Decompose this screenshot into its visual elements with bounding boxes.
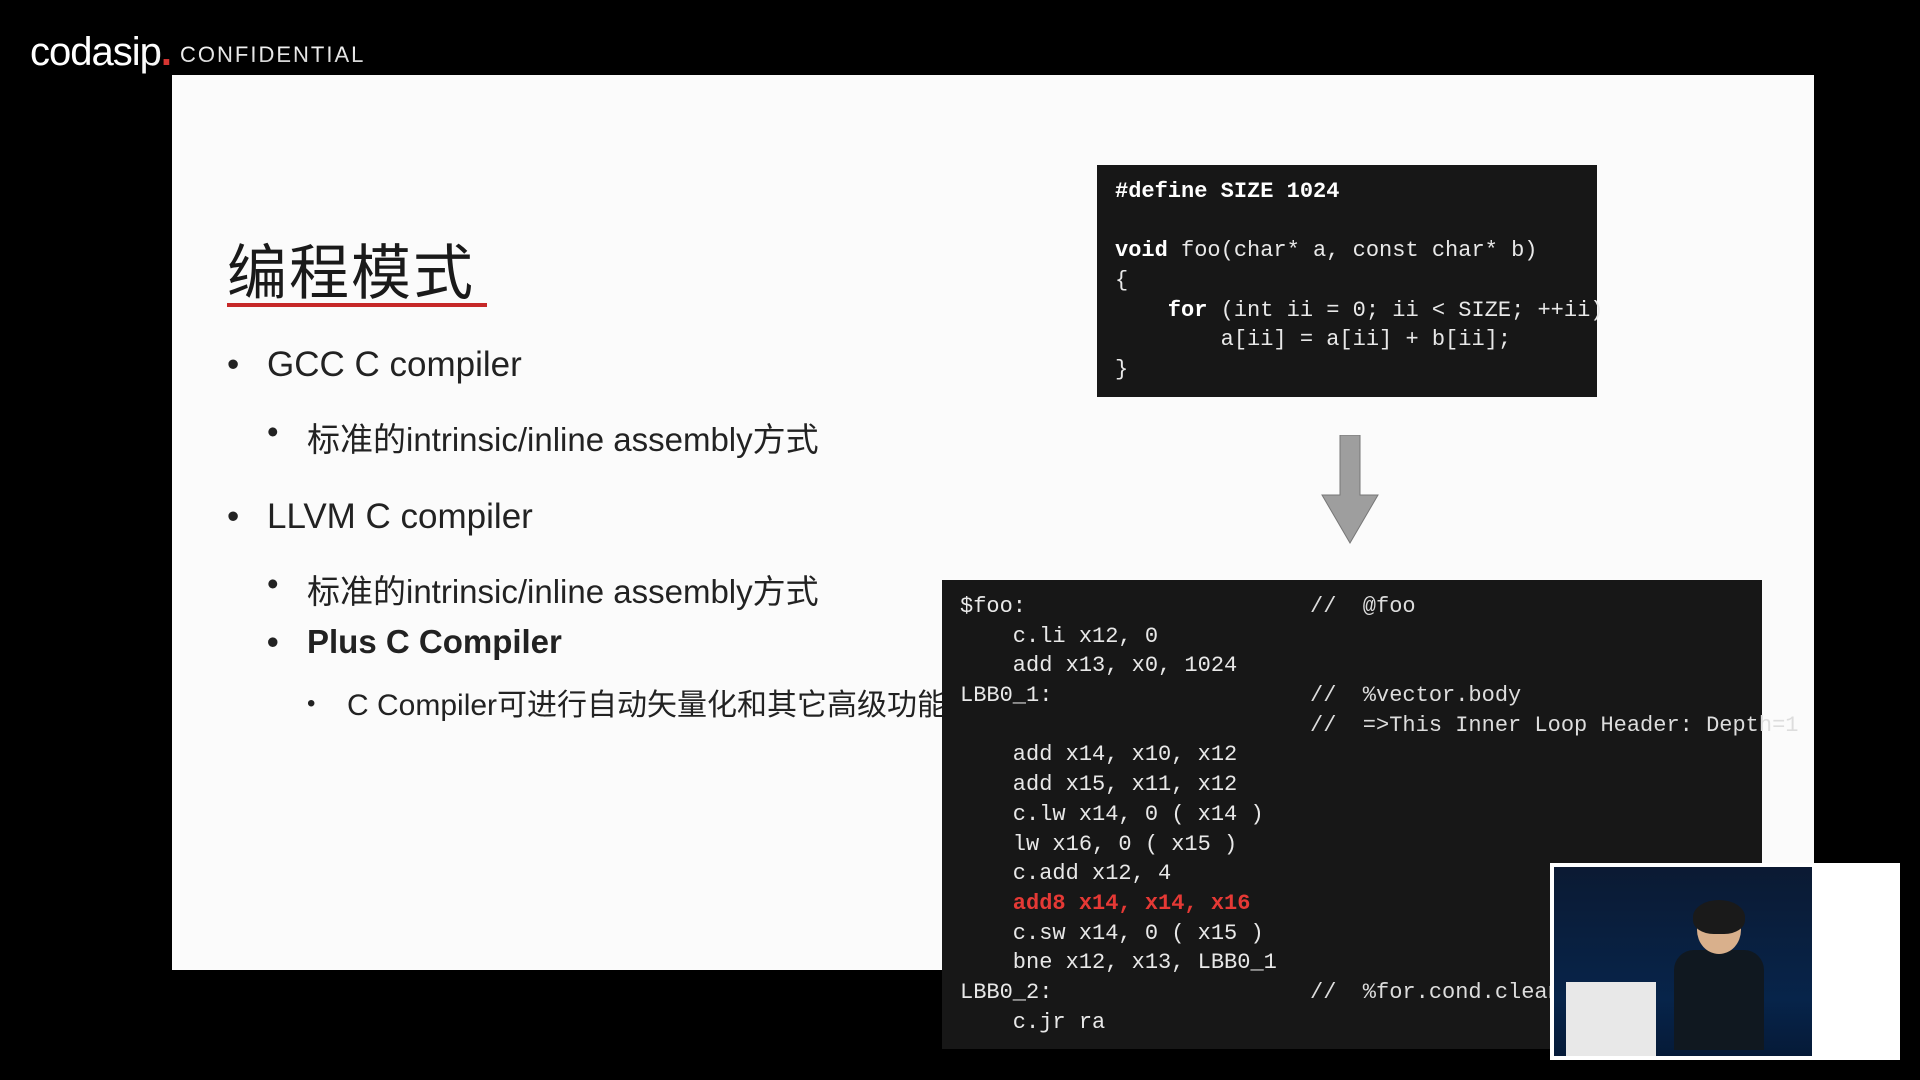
pip-podium <box>1566 982 1656 1056</box>
bullet-llvm-sub1: 标准的intrinsic/inline assembly方式 <box>267 565 997 613</box>
asm-line: add x15, x11, x12 <box>960 772 1237 797</box>
bullet-gcc: GCC C compiler 标准的intrinsic/inline assem… <box>227 345 997 461</box>
slide-title: 编程模式 <box>227 225 475 312</box>
code-line: a[ii] = a[ii] + b[ii]; <box>1115 327 1511 352</box>
asm-comment: // @foo <box>1310 594 1416 619</box>
bullet-plus-c: Plus C Compiler C Compiler可进行自动矢量化和其它高级功… <box>267 623 997 727</box>
bullet-text: GCC C compiler <box>267 345 522 384</box>
asm-line: LBB0_1: <box>960 683 1052 708</box>
speaker-camera-overlay <box>1550 863 1900 1060</box>
bullet-text: 标准的intrinsic/inline assembly方式 <box>307 573 819 610</box>
asm-comment: // %for.cond.cleanup <box>1310 980 1587 1005</box>
code-line: { <box>1115 268 1128 293</box>
slide-body: 编程模式 GCC C compiler 标准的intrinsic/inline … <box>172 75 1814 970</box>
brand-text: codasip <box>30 30 161 74</box>
asm-line: bne x12, x13, LBB0_1 <box>960 950 1277 975</box>
code-line: foo(char* a, const char* b) <box>1181 238 1537 263</box>
stage: codasip. CONFIDENTIAL 5 编程模式 GCC C compi… <box>0 0 1920 1080</box>
asm-line: c.lw x14, 0 ( x14 ) <box>960 802 1264 827</box>
code-line: #define SIZE 1024 <box>1115 179 1339 204</box>
code-source-c: #define SIZE 1024 void foo(char* a, cons… <box>1097 165 1597 397</box>
asm-comment: // %vector.body <box>1310 683 1521 708</box>
brand-logo: codasip. <box>30 30 171 75</box>
confidential-label: CONFIDENTIAL <box>180 42 365 68</box>
pip-speaker-figure <box>1664 906 1774 1056</box>
title-underline <box>227 303 487 307</box>
bullet-llvm: LLVM C compiler 标准的intrinsic/inline asse… <box>227 497 997 727</box>
brand-dot-icon: . <box>161 30 171 74</box>
asm-line: c.li x12, 0 <box>960 624 1158 649</box>
asm-line-highlight: add8 x14, x14, x16 <box>960 891 1250 916</box>
asm-line: $foo: <box>960 594 1026 619</box>
asm-comment: // =>This Inner Loop Header: Depth=1 <box>1310 713 1798 738</box>
code-kw: for <box>1115 298 1221 323</box>
bullet-plus-c-detail: C Compiler可进行自动矢量化和其它高级功能 <box>307 685 997 727</box>
bullet-text: 标准的intrinsic/inline assembly方式 <box>307 421 819 458</box>
asm-line: c.jr ra <box>960 1010 1105 1035</box>
asm-line: lw x16, 0 ( x15 ) <box>960 832 1237 857</box>
pip-screen-reflection <box>1812 867 1896 1056</box>
code-line: (int ii = 0; ii < SIZE; ++ii) <box>1221 298 1604 323</box>
asm-line: add x14, x10, x12 <box>960 742 1237 767</box>
bullet-list: GCC C compiler 标准的intrinsic/inline assem… <box>227 345 997 727</box>
speaker-camera-frame <box>1554 867 1896 1056</box>
bullet-text: C Compiler可进行自动矢量化和其它高级功能 <box>347 689 947 722</box>
arrow-down-icon <box>1320 435 1380 545</box>
code-kw: void <box>1115 238 1181 263</box>
asm-line: c.add x12, 4 <box>960 861 1171 886</box>
bullet-gcc-sub: 标准的intrinsic/inline assembly方式 <box>267 413 997 461</box>
bullet-text: LLVM C compiler <box>267 497 533 536</box>
bullet-text: Plus C Compiler <box>307 623 562 660</box>
asm-line: c.sw x14, 0 ( x15 ) <box>960 921 1264 946</box>
asm-line: add x13, x0, 1024 <box>960 653 1237 678</box>
asm-line: LBB0_2: <box>960 980 1052 1005</box>
code-line: } <box>1115 357 1128 382</box>
